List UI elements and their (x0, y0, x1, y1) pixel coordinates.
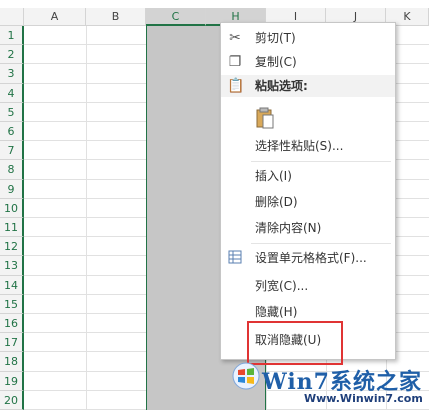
column-header-b[interactable]: B (86, 8, 146, 26)
paste-icon[interactable] (255, 107, 275, 129)
row-header-12[interactable]: 12 (0, 237, 24, 257)
row-header-20[interactable]: 20 (0, 390, 24, 410)
menu-item-copy-label: 复制(C) (255, 55, 297, 69)
copy-icon: ❐ (228, 54, 242, 70)
select-all-corner[interactable] (0, 8, 24, 26)
row-header-19[interactable]: 19 (0, 371, 24, 391)
row-header-8[interactable]: 8 (0, 160, 24, 180)
row-header-9[interactable]: 9 (0, 179, 24, 199)
menu-item-clear-label: 清除内容(N) (255, 221, 322, 235)
row-header-15[interactable]: 15 (0, 294, 24, 314)
row-header-4[interactable]: 4 (0, 83, 24, 103)
menu-item-paste-special[interactable]: 选择性粘贴(S)... (221, 135, 395, 157)
row-header-18[interactable]: 18 (0, 352, 24, 372)
menu-separator (251, 161, 391, 162)
windows-logo-icon (232, 362, 260, 390)
menu-item-insert[interactable]: 插入(I) (221, 165, 395, 187)
menu-item-format-cells[interactable]: 设置单元格格式(F)... (221, 247, 395, 269)
menu-item-cut[interactable]: ✂ 剪切(T) (221, 27, 395, 49)
row-header-1[interactable]: 1 (0, 26, 24, 46)
row-header-17[interactable]: 17 (0, 333, 24, 353)
menu-item-insert-label: 插入(I) (255, 169, 292, 183)
row-header-5[interactable]: 5 (0, 102, 24, 122)
paste-options-label: 粘贴选项: (255, 79, 308, 93)
menu-paste-options-header: 📋 粘贴选项: (221, 75, 395, 97)
row-header-13[interactable]: 13 (0, 256, 24, 276)
row-header-10[interactable]: 10 (0, 198, 24, 218)
menu-item-hide-label: 隐藏(H) (255, 305, 298, 319)
row-header-16[interactable]: 16 (0, 314, 24, 334)
format-cells-icon (227, 250, 243, 266)
context-menu: ✂ 剪切(T) ❐ 复制(C) 📋 粘贴选项: 选择性粘贴(S)... 插入(I… (220, 22, 396, 360)
menu-item-hide[interactable]: 隐藏(H) (221, 301, 395, 323)
row-header-14[interactable]: 14 (0, 275, 24, 295)
menu-separator (251, 243, 391, 244)
row-header-3[interactable]: 3 (0, 64, 24, 84)
column-header-a[interactable]: A (24, 8, 86, 26)
menu-item-delete-label: 删除(D) (255, 195, 298, 209)
menu-item-column-width[interactable]: 列宽(C)... (221, 275, 395, 297)
menu-item-column-width-label: 列宽(C)... (255, 279, 309, 293)
row-header-6[interactable]: 6 (0, 122, 24, 142)
menu-item-cut-label: 剪切(T) (255, 31, 296, 45)
grid-column-line (86, 26, 87, 410)
row-header-2[interactable]: 2 (0, 45, 24, 65)
menu-item-paste-special-label: 选择性粘贴(S)... (255, 139, 344, 153)
row-header-7[interactable]: 7 (0, 141, 24, 161)
watermark-url: Www.Winwin7.com (304, 392, 423, 405)
menu-item-format-cells-label: 设置单元格格式(F)... (255, 251, 367, 265)
menu-item-clear-contents[interactable]: 清除内容(N) (221, 217, 395, 239)
watermark: Win7系统之家 Www.Winwin7.com (232, 356, 429, 410)
menu-item-delete[interactable]: 删除(D) (221, 191, 395, 213)
scissors-icon: ✂ (229, 30, 241, 46)
clipboard-icon: 📋 (227, 78, 245, 94)
row-header-11[interactable]: 11 (0, 218, 24, 238)
menu-item-copy[interactable]: ❐ 复制(C) (221, 51, 395, 73)
column-header-c[interactable]: C (146, 8, 206, 26)
